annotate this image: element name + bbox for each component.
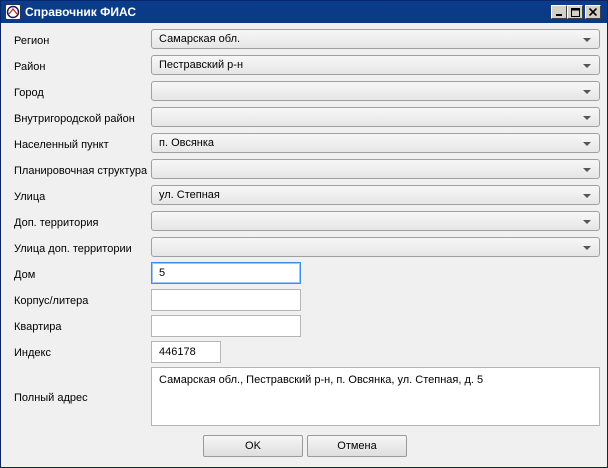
chevron-down-icon — [583, 220, 591, 224]
title-bar[interactable]: Справочник ФИАС — [1, 1, 607, 23]
index-label: Индекс — [14, 347, 51, 359]
full-address-value: Самарская обл., Пестравский р-н, п. Овся… — [159, 374, 484, 386]
apartment-label: Квартира — [14, 321, 62, 333]
region-value: Самарская обл. — [159, 33, 241, 45]
chevron-down-icon — [583, 64, 591, 68]
chevron-down-icon — [583, 194, 591, 198]
maximize-button[interactable] — [567, 5, 583, 19]
minimize-button[interactable] — [551, 5, 567, 19]
house-value: 5 — [159, 267, 166, 279]
district-value: Пестравский р-н — [159, 59, 244, 71]
street-combobox[interactable]: ул. Степная — [151, 185, 600, 205]
add-territory-label: Доп. территория — [14, 217, 99, 229]
apartment-input[interactable] — [151, 315, 301, 337]
index-value: 446178 — [159, 346, 196, 358]
chevron-down-icon — [583, 38, 591, 42]
street-value: ул. Степная — [159, 189, 220, 201]
building-label: Корпус/литера — [14, 295, 89, 307]
ok-button[interactable]: OK — [203, 435, 303, 457]
house-label: Дом — [14, 269, 36, 281]
cancel-button[interactable]: Отмена — [307, 435, 407, 457]
chevron-down-icon — [583, 116, 591, 120]
region-label: Регион — [14, 35, 50, 47]
fias-app-icon — [5, 4, 21, 20]
add-territory-street-combobox[interactable] — [151, 237, 600, 257]
chevron-down-icon — [583, 90, 591, 94]
locality-value: п. Овсянка — [159, 137, 215, 149]
index-input[interactable]: 446178 — [151, 341, 221, 363]
planning-structure-label: Планировочная структура — [14, 165, 148, 177]
city-label: Город — [14, 87, 44, 99]
close-button[interactable] — [585, 5, 601, 19]
add-territory-street-label: Улица доп. территории — [14, 243, 132, 255]
building-input[interactable] — [151, 289, 301, 311]
district-label: Район — [14, 61, 46, 73]
district-combobox[interactable]: Пестравский р-н — [151, 55, 600, 75]
house-input[interactable]: 5 — [151, 262, 301, 284]
chevron-down-icon — [583, 246, 591, 250]
region-combobox[interactable]: Самарская обл. — [151, 29, 600, 49]
window-title: Справочник ФИАС — [25, 5, 136, 19]
intracity-district-label: Внутригородской район — [14, 113, 135, 125]
city-combobox[interactable] — [151, 81, 600, 101]
chevron-down-icon — [583, 168, 591, 172]
add-territory-combobox[interactable] — [151, 211, 600, 231]
fias-dialog-window: Справочник ФИАС Регион Самарская обл. Ра… — [0, 0, 608, 468]
street-label: Улица — [14, 191, 46, 203]
locality-combobox[interactable]: п. Овсянка — [151, 133, 600, 153]
planning-structure-combobox[interactable] — [151, 159, 600, 179]
full-address-label: Полный адрес — [14, 392, 88, 404]
full-address-textarea[interactable]: Самарская обл., Пестравский р-н, п. Овся… — [151, 367, 600, 426]
intracity-district-combobox[interactable] — [151, 107, 600, 127]
locality-label: Населенный пункт — [14, 139, 109, 151]
chevron-down-icon — [583, 142, 591, 146]
